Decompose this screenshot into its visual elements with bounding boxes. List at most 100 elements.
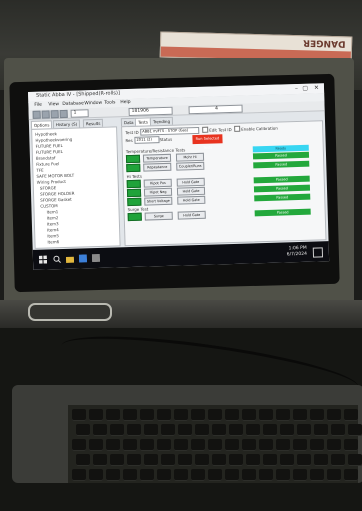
- tree-item[interactable]: Item3: [47, 221, 59, 226]
- hold-gate-button[interactable]: Hold Gate: [177, 210, 206, 220]
- keyboard-key: [76, 424, 90, 436]
- tree-item[interactable]: SFORGE Gasket: [40, 197, 72, 203]
- keyboard-key: [157, 409, 171, 421]
- status-bar: Passed: [253, 184, 311, 193]
- edit-test-label: Edit Test ID: [209, 126, 232, 133]
- keyboard-key: [195, 454, 209, 466]
- close-icon[interactable]: ✕: [314, 84, 319, 91]
- keyboard-key: [89, 439, 103, 451]
- keyboard-key: [208, 409, 222, 421]
- keyboard: [68, 405, 362, 483]
- keyboard-key: [110, 454, 124, 466]
- run-tests-button[interactable]: Run Selected Tests: [192, 134, 223, 150]
- keyboard-key: [344, 469, 358, 481]
- keyboard-key: [297, 424, 311, 436]
- app-icon[interactable]: [91, 253, 101, 263]
- keyboard-key: [89, 469, 103, 481]
- keyboard-key: [174, 409, 188, 421]
- menu-file[interactable]: File: [34, 103, 42, 108]
- tree-item[interactable]: SFORGE: [40, 185, 57, 190]
- tree-item[interactable]: CUSTOM: [40, 203, 57, 209]
- hold-gate-button[interactable]: Hold Gate: [176, 186, 206, 196]
- menu-help[interactable]: Help: [120, 100, 130, 105]
- enable-calibration-checkbox[interactable]: [234, 125, 241, 132]
- short-voltage-button[interactable]: Short Voltage: [144, 196, 173, 206]
- keyboard-key: [276, 409, 290, 421]
- hipot-neg-button[interactable]: Hipot Neg: [143, 187, 173, 197]
- taskbar-clock[interactable]: 1:06 PM 6/7/2024: [286, 246, 307, 259]
- tree-item[interactable]: Item5: [47, 233, 59, 238]
- repeatance-button[interactable]: Repeatance: [143, 162, 172, 172]
- keyboard-key: [161, 424, 175, 436]
- run-select[interactable]: 2011 (2): [134, 136, 160, 144]
- keyboard-key: [242, 469, 256, 481]
- keyboard-key: [327, 409, 341, 421]
- status-indicator: [127, 212, 142, 222]
- tree-item[interactable]: SAFE MOTOR BOLT: [36, 173, 74, 179]
- search-icon[interactable]: [53, 255, 61, 263]
- keyboard-key: [259, 469, 273, 481]
- test-id-select[interactable]: ABB1 m/FTS - STOP (Gas): [140, 126, 200, 136]
- keyboard-key: [76, 454, 90, 466]
- tree-item[interactable]: Item1: [46, 209, 58, 214]
- keyboard-key: [225, 439, 239, 451]
- status-label: Status: [159, 136, 173, 143]
- maximize-icon[interactable]: ▢: [302, 85, 308, 92]
- tree-item[interactable]: Item2: [47, 215, 59, 220]
- window-title: Static Abba IV - [Shipped(R-rolls)]: [36, 90, 120, 99]
- menu-tools[interactable]: Tools: [104, 100, 115, 105]
- keyboard-key: [310, 469, 324, 481]
- app-icon[interactable]: [78, 254, 88, 263]
- keyboard-key: [161, 454, 175, 466]
- mohr-button[interactable]: Mohr Hi: [175, 152, 205, 162]
- new-icon[interactable]: [32, 110, 41, 119]
- section-hi-tests: Hi Tests: [126, 173, 142, 180]
- counter-field[interactable]: 1: [70, 109, 89, 118]
- keyboard-key: [144, 454, 158, 466]
- notification-icon[interactable]: [312, 247, 324, 258]
- tree-item[interactable]: Hypotheekvoering: [35, 137, 72, 143]
- status-indicator: [125, 154, 141, 164]
- keyboard-key: [140, 469, 154, 481]
- menu-database[interactable]: Database: [62, 101, 84, 107]
- minimize-icon[interactable]: –: [295, 85, 298, 92]
- keyboard-key: [93, 424, 107, 436]
- tree-item[interactable]: Hypotheek: [35, 131, 57, 137]
- tree-item[interactable]: Item6: [47, 239, 59, 244]
- start-icon[interactable]: [38, 255, 48, 264]
- file-explorer-icon[interactable]: [65, 255, 75, 263]
- clock-date: 6/7/2024: [286, 251, 308, 258]
- save-icon[interactable]: [50, 110, 59, 119]
- keyboard-key: [89, 409, 103, 421]
- tree-item[interactable]: Brandstof: [36, 155, 56, 161]
- tree-item[interactable]: Wiring Product: [37, 179, 66, 185]
- hold-gate-button[interactable]: Hold Gate: [176, 177, 205, 187]
- tree-item[interactable]: Fixture Fuel: [36, 161, 59, 167]
- tree-item[interactable]: FUTURE FUEL: [36, 143, 63, 149]
- menu-window[interactable]: Window: [84, 101, 102, 107]
- status-bar: Passed: [253, 175, 310, 184]
- tree-item[interactable]: Item4: [47, 227, 59, 232]
- serial-field[interactable]: 4: [188, 104, 243, 115]
- menu-view[interactable]: View: [48, 102, 59, 107]
- tree-item[interactable]: SFORGE HOLDER: [40, 191, 75, 197]
- record-field[interactable]: 181906: [128, 106, 173, 117]
- keyboard-key: [123, 469, 137, 481]
- keyboard-key: [191, 409, 205, 421]
- hold-gate-button[interactable]: Hold Gate: [177, 195, 206, 205]
- run-label: Res: [125, 137, 133, 144]
- tree-item[interactable]: FUTURE FUEL: [36, 149, 63, 155]
- keyboard-key: [127, 424, 141, 436]
- keyboard-key: [348, 454, 362, 466]
- tree-item[interactable]: TFE: [36, 168, 43, 173]
- temperature-button[interactable]: Temperature: [142, 153, 172, 163]
- keyboard-key: [174, 439, 188, 451]
- print-icon[interactable]: [59, 109, 68, 119]
- keyboard-key: [246, 424, 260, 436]
- coupler-button[interactable]: Coupler/Runs: [176, 161, 205, 171]
- status-bar: Passed: [254, 193, 311, 202]
- open-icon[interactable]: [41, 110, 50, 119]
- hipot-pos-button[interactable]: Hipot Pos: [143, 178, 172, 188]
- surge-button[interactable]: Surge: [144, 211, 173, 221]
- edit-test-checkbox[interactable]: [202, 126, 209, 133]
